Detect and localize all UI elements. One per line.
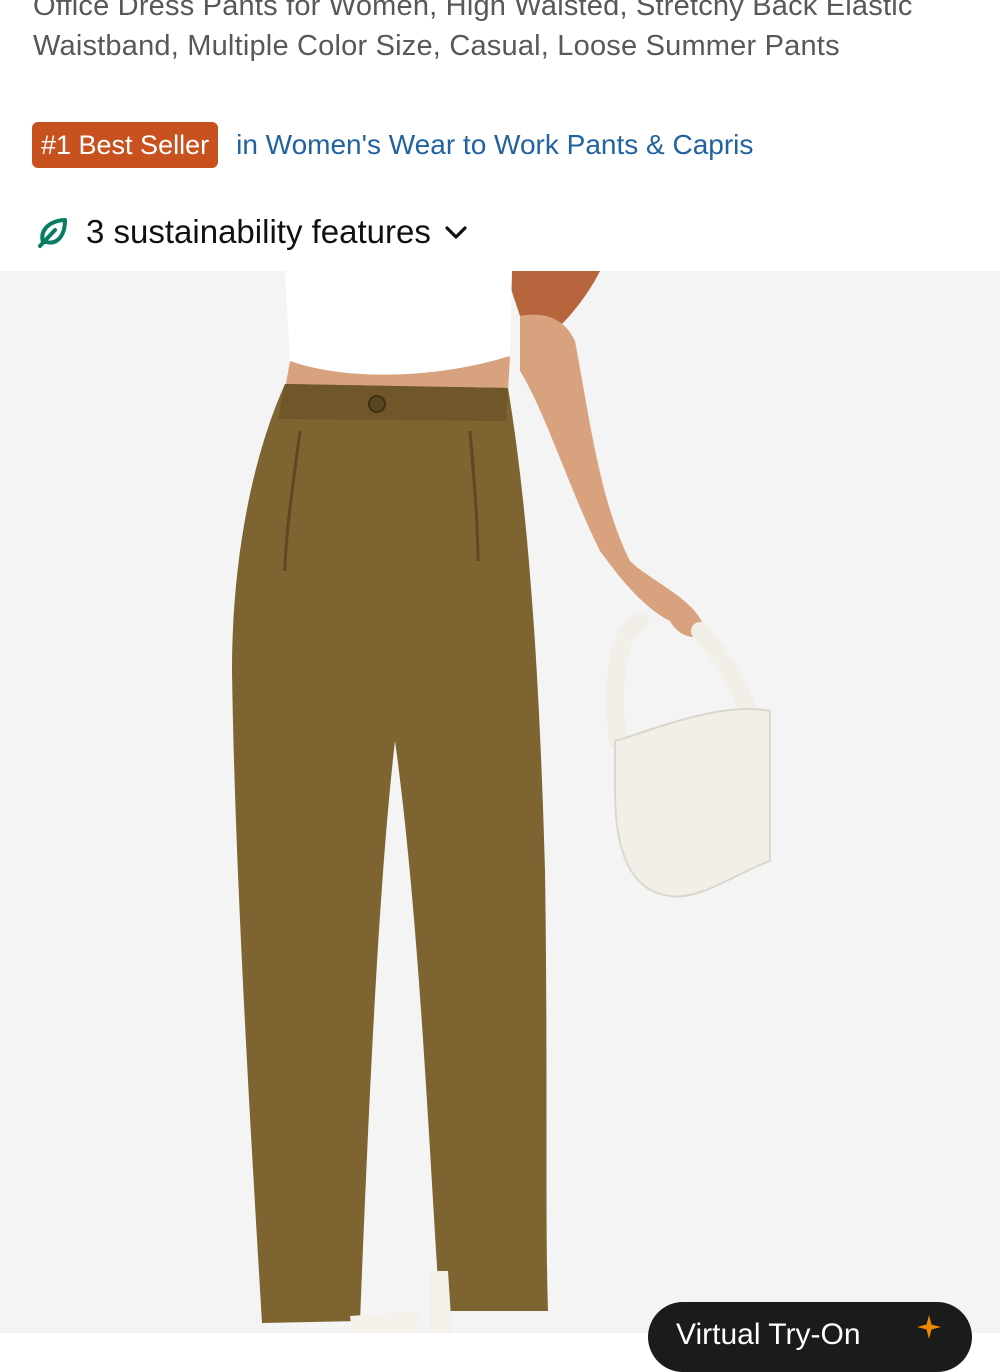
best-seller-badge[interactable]: #1 Best Seller [32, 122, 219, 168]
virtual-try-on-button[interactable]: Virtual Try-On [648, 1302, 972, 1372]
sustainability-label: 3 sustainability features [86, 213, 431, 250]
product-image-gallery[interactable] [0, 271, 1000, 1333]
best-seller-row: #1 Best Seller in Women's Wear to Work P… [32, 122, 753, 168]
try-on-label: Virtual Try-On [676, 1318, 861, 1351]
chevron-down-icon [445, 226, 467, 239]
sparkle-icon [917, 1315, 941, 1339]
product-title: Office Dress Pants for Women, High Waist… [33, 0, 913, 62]
leaf-icon [38, 218, 67, 248]
sustainability-features-toggle[interactable]: 3 sustainability features [36, 208, 469, 256]
best-seller-category-link[interactable]: in Women's Wear to Work Pants & Capris [236, 122, 753, 168]
product-header: Office Dress Pants for Women, High Waist… [0, 0, 1000, 271]
product-image [232, 271, 771, 1333]
